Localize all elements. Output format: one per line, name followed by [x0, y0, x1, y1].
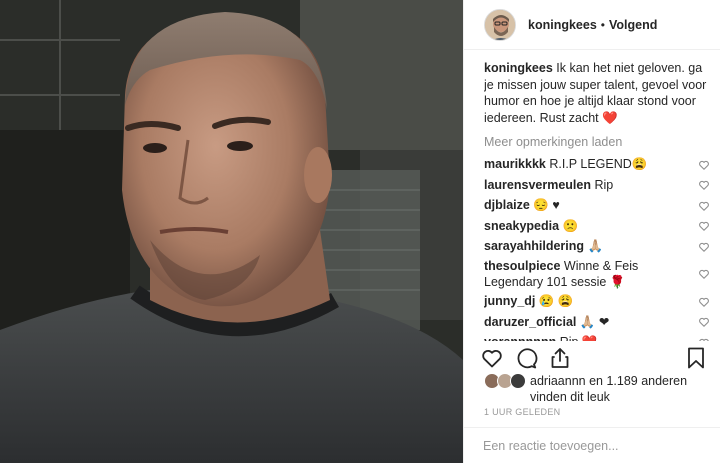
comment-icon[interactable] [514, 346, 538, 370]
comment-text: Rip ❤️ [560, 335, 598, 341]
comment-username[interactable]: daruzer_official [484, 315, 576, 329]
small-heart-icon[interactable] [698, 179, 710, 191]
comment-username[interactable]: yorannnnnn [484, 335, 556, 341]
comment-body: laurensvermeulen Rip [484, 177, 698, 194]
small-heart-icon[interactable] [698, 159, 710, 171]
likes-summary: adriaannn en 1.189 anderen vinden dit le… [484, 373, 710, 405]
caption-username[interactable]: koningkees [484, 61, 553, 75]
small-heart-icon[interactable] [698, 337, 710, 342]
post-header: koningkees • Volgend [464, 0, 720, 50]
comment-row: yorannnnnn Rip ❤️ [484, 333, 710, 341]
small-heart-icon[interactable] [698, 200, 710, 212]
liker-avatars[interactable] [484, 373, 526, 389]
post-author-username[interactable]: koningkees [528, 18, 597, 32]
comments-list: koningkees Ik kan het niet geloven. ga j… [484, 60, 710, 341]
comment-body: maurikkkk R.I.P LEGEND😩 [484, 156, 698, 173]
post-image-illustration [0, 0, 463, 463]
separator-dot: • [600, 17, 605, 32]
following-button[interactable]: Volgend [609, 18, 657, 32]
comment-username[interactable]: djblaize [484, 198, 530, 212]
bookmark-icon[interactable] [684, 346, 708, 370]
likes-text[interactable]: adriaannn en 1.189 anderen vinden dit le… [530, 373, 710, 405]
comment-row: junny_dj 😢 😩 [484, 292, 710, 311]
share-icon[interactable] [548, 346, 572, 370]
add-comment-input[interactable]: Een reactie toevoegen... [463, 427, 720, 463]
post-caption: koningkees Ik kan het niet geloven. ga j… [484, 60, 710, 126]
post-actions [480, 343, 708, 373]
small-heart-icon[interactable] [698, 268, 710, 280]
load-more-comments-link[interactable]: Meer opmerkingen laden [484, 135, 710, 149]
heart-icon[interactable] [480, 346, 504, 370]
comment-row: sneakypedia 🙁 [484, 217, 710, 236]
small-heart-icon[interactable] [698, 296, 710, 308]
comment-row: djblaize 😔 ♥ [484, 196, 710, 215]
small-heart-icon[interactable] [698, 241, 710, 253]
comment-text: 🙁 [562, 218, 579, 233]
comment-row: sarayahhildering 🙏🏼 [484, 237, 710, 256]
post-photo[interactable] [0, 0, 463, 463]
comment-username[interactable]: thesoulpiece [484, 259, 560, 273]
comment-body: junny_dj 😢 😩 [484, 293, 698, 310]
comment-body: thesoulpiece Winne & Feis Legendary 101 … [484, 258, 698, 291]
comment-body: daruzer_official 🙏🏼 ❤ [484, 314, 698, 331]
comment-body: djblaize 😔 ♥ [484, 197, 698, 214]
comment-row: laurensvermeulen Rip [484, 176, 710, 195]
comment-body: sarayahhildering 🙏🏼 [484, 238, 698, 255]
liker-avatar [510, 373, 526, 389]
comment-username[interactable]: sneakypedia [484, 219, 559, 233]
avatar[interactable] [484, 8, 516, 41]
comment-body: sneakypedia 🙁 [484, 218, 698, 235]
comment-row: thesoulpiece Winne & Feis Legendary 101 … [484, 258, 710, 291]
comment-text: 😔 ♥ [533, 198, 560, 213]
comment-username[interactable]: laurensvermeulen [484, 178, 591, 192]
comment-text: R.I.P LEGEND😩 [549, 157, 648, 172]
comment-text: 😢 😩 [538, 294, 574, 309]
post-timestamp: 1 UUR GELEDEN [484, 407, 561, 417]
small-heart-icon[interactable] [698, 220, 710, 232]
comment-username[interactable]: sarayahhildering [484, 239, 584, 253]
comment-body: yorannnnnn Rip ❤️ [484, 334, 698, 341]
small-heart-icon[interactable] [698, 316, 710, 328]
comment-row: maurikkkk R.I.P LEGEND😩 [484, 155, 710, 174]
avatar-image [485, 9, 515, 40]
comment-text: Rip [594, 177, 614, 192]
comment-username[interactable]: junny_dj [484, 294, 535, 308]
post-sidebar: koningkees • Volgend koningkees Ik kan h… [463, 0, 720, 463]
comment-text: 🙏🏼 [587, 239, 604, 254]
comment-username[interactable]: maurikkkk [484, 157, 546, 171]
comment-text: 🙏🏼 ❤ [579, 314, 610, 329]
comment-row: daruzer_official 🙏🏼 ❤ [484, 313, 710, 332]
